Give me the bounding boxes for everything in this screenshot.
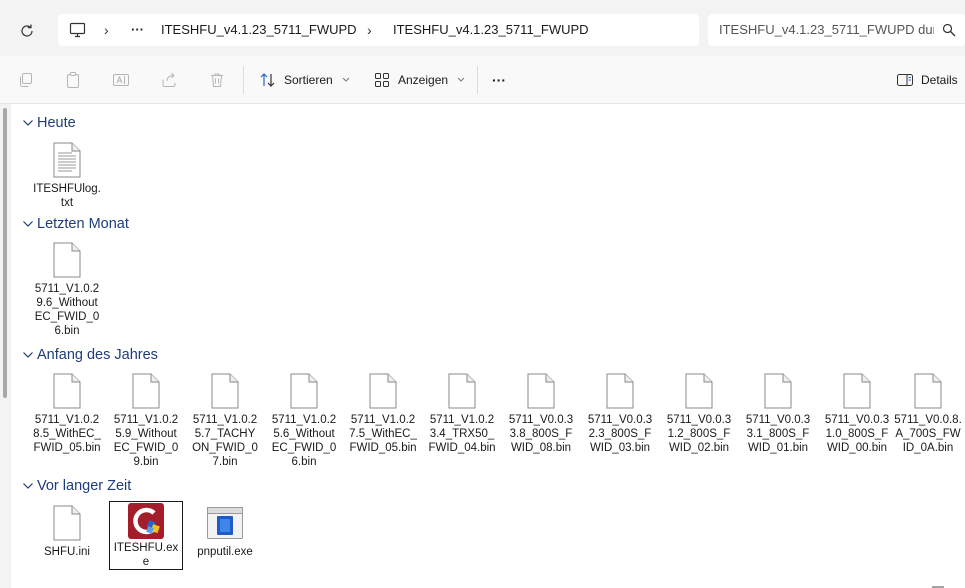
chevron-down-icon — [451, 70, 471, 90]
paste-icon[interactable] — [63, 70, 83, 90]
chevron-right-icon: › — [104, 22, 109, 38]
file-item[interactable]: 5711_V1.0.25.7_TACHYON_FWID_07.bin — [188, 371, 262, 469]
group-header-vor-langer-zeit[interactable]: Vor langer Zeit — [22, 475, 131, 497]
chevron-down-icon — [22, 479, 36, 493]
search-input[interactable]: ITESHFU_v4.1.23_5711_FWUPD durchsuchen — [708, 14, 965, 46]
file-icon — [600, 371, 640, 411]
details-button[interactable]: Details — [921, 56, 958, 104]
breadcrumb-item[interactable]: ITESHFU_v4.1.23_5711_FWUPD — [393, 14, 589, 46]
file-item[interactable]: 5711_V1.0.25.6_WithoutEC_FWID_06.bin — [267, 371, 341, 469]
file-icon — [126, 371, 166, 411]
toolbar-divider — [477, 66, 478, 94]
sort-button[interactable]: Sortieren — [284, 56, 333, 104]
file-icon — [47, 371, 87, 411]
navigation-pane-edge — [0, 104, 11, 588]
chevron-right-icon: › — [367, 22, 372, 38]
file-icon — [521, 371, 561, 411]
file-icon — [205, 371, 245, 411]
file-item[interactable]: pnputil.exe — [188, 503, 262, 559]
refresh-icon — [21, 24, 33, 37]
file-name: 5711_V1.0.27.5_WithEC_FWID_05.bin — [349, 414, 417, 454]
file-name: 5711_V0.0.31.2_800S_FWID_02.bin — [666, 414, 732, 454]
search-placeholder: ITESHFU_v4.1.23_5711_FWUPD durchsuchen — [719, 22, 934, 37]
details-pane-icon[interactable] — [895, 70, 915, 90]
group-title: Anfang des Jahres — [37, 347, 158, 363]
copy-icon[interactable] — [16, 70, 36, 90]
search-icon[interactable] — [942, 23, 956, 42]
settings-file-icon — [47, 503, 87, 543]
file-icon — [908, 371, 948, 411]
toolbar-divider — [243, 66, 244, 94]
more-options-button[interactable]: ··· — [492, 56, 506, 104]
file-name: 5711_V0.0.31.0_800S_FWID_00.bin — [824, 414, 890, 454]
address-bar-row: › ··· ITESHFU_v4.1.23_5711_FWUPD › ITESH… — [0, 0, 965, 56]
file-item[interactable]: SHFU.ini — [30, 503, 104, 559]
file-item[interactable]: 5711_V0.0.31.2_800S_FWID_02.bin — [662, 371, 736, 455]
file-name: 5711_V1.0.25.9_WithoutEC_FWID_09.bin — [113, 414, 179, 468]
file-item[interactable]: ITESHFUlog.txt — [30, 140, 104, 210]
breadcrumb-item[interactable]: ITESHFU_v4.1.23_5711_FWUPD — [161, 14, 357, 46]
file-name: 5711_V1.0.28.5_WithEC_FWID_05.bin — [33, 414, 101, 454]
file-icon — [442, 371, 482, 411]
file-name: 5711_V1.0.25.7_TACHYON_FWID_07.bin — [192, 414, 258, 468]
computer-icon[interactable] — [69, 22, 86, 43]
sort-icon[interactable] — [258, 70, 278, 90]
view-icon[interactable] — [372, 70, 392, 90]
group-header-heute[interactable]: Heute — [22, 112, 76, 134]
delete-icon[interactable] — [207, 70, 227, 90]
rename-icon[interactable] — [111, 70, 131, 90]
chevron-down-icon — [22, 348, 36, 362]
text-document-icon — [47, 140, 87, 180]
file-name: ITESHFU.exe — [113, 542, 179, 568]
group-title: Vor langer Zeit — [37, 478, 132, 494]
file-name: 5711_V0.0.33.1_800S_FWID_01.bin — [745, 414, 811, 454]
refresh-button[interactable] — [12, 16, 42, 46]
command-bar: Sortieren Anzeigen ··· Details — [0, 56, 965, 104]
file-icon — [363, 371, 403, 411]
file-icon — [284, 371, 324, 411]
file-name: 5711_V1.0.25.6_WithoutEC_FWID_06.bin — [271, 414, 337, 468]
group-title: Heute — [37, 115, 76, 131]
file-icon — [837, 371, 877, 411]
file-name: 5711_V0.0.33.8_800S_FWID_08.bin — [508, 414, 574, 454]
file-name: 5711_V0.0.32.3_800S_FWID_03.bin — [587, 414, 653, 454]
file-item[interactable]: 5711_V1.0.29.6_WithoutEC_FWID_06.bin — [30, 240, 104, 338]
file-name: pnputil.exe — [197, 546, 253, 558]
file-item-selected[interactable]: ITESHFU.exe — [109, 501, 183, 570]
group-title: Letzten Monat — [37, 216, 129, 232]
file-item[interactable]: 5711_V0.0.31.0_800S_FWID_00.bin — [820, 371, 894, 455]
file-name: 5711_V1.0.23.4_TRX50_FWID_04.bin — [428, 414, 496, 454]
file-name: ITESHFUlog.txt — [33, 183, 101, 209]
vertical-scrollbar[interactable] — [3, 108, 7, 398]
file-item[interactable]: 5711_V1.0.28.5_WithEC_FWID_05.bin — [30, 371, 104, 455]
view-button[interactable]: Anzeigen — [398, 56, 448, 104]
chevron-down-icon — [22, 116, 36, 130]
file-item[interactable]: 5711_V1.0.25.9_WithoutEC_FWID_09.bin — [109, 371, 183, 469]
file-item[interactable]: 5711_V1.0.27.5_WithEC_FWID_05.bin — [346, 371, 420, 455]
file-name: SHFU.ini — [43, 546, 90, 558]
file-item[interactable]: 5711_V0.0.32.3_800S_FWID_03.bin — [583, 371, 657, 455]
file-name: 5711_V1.0.29.6_WithoutEC_FWID_06.bin — [34, 283, 100, 337]
file-icon — [758, 371, 798, 411]
file-item[interactable]: 5711_V1.0.23.4_TRX50_FWID_04.bin — [425, 371, 499, 455]
file-item[interactable]: 5711_V0.0.33.8_800S_FWID_08.bin — [504, 371, 578, 455]
group-header-anfang-des-jahres[interactable]: Anfang des Jahres — [22, 344, 158, 366]
app-exe-icon — [205, 503, 245, 543]
file-item[interactable]: 5711_V0.0.8.A_700S_FWID_0A.bin — [891, 371, 965, 455]
breadcrumb[interactable]: › ··· ITESHFU_v4.1.23_5711_FWUPD › ITESH… — [58, 14, 699, 46]
file-item[interactable]: 5711_V0.0.33.1_800S_FWID_01.bin — [741, 371, 815, 455]
file-icon — [47, 240, 87, 280]
share-icon[interactable] — [159, 70, 179, 90]
chevron-down-icon — [336, 70, 356, 90]
breadcrumb-overflow[interactable]: ··· — [131, 14, 144, 46]
file-name: 5711_V0.0.8.A_700S_FWID_0A.bin — [894, 414, 962, 454]
group-header-letzten-monat[interactable]: Letzten Monat — [22, 213, 129, 235]
resize-grip-icon — [931, 580, 945, 588]
chevron-down-icon — [22, 217, 36, 231]
app-exe-icon — [126, 503, 166, 539]
file-icon — [679, 371, 719, 411]
